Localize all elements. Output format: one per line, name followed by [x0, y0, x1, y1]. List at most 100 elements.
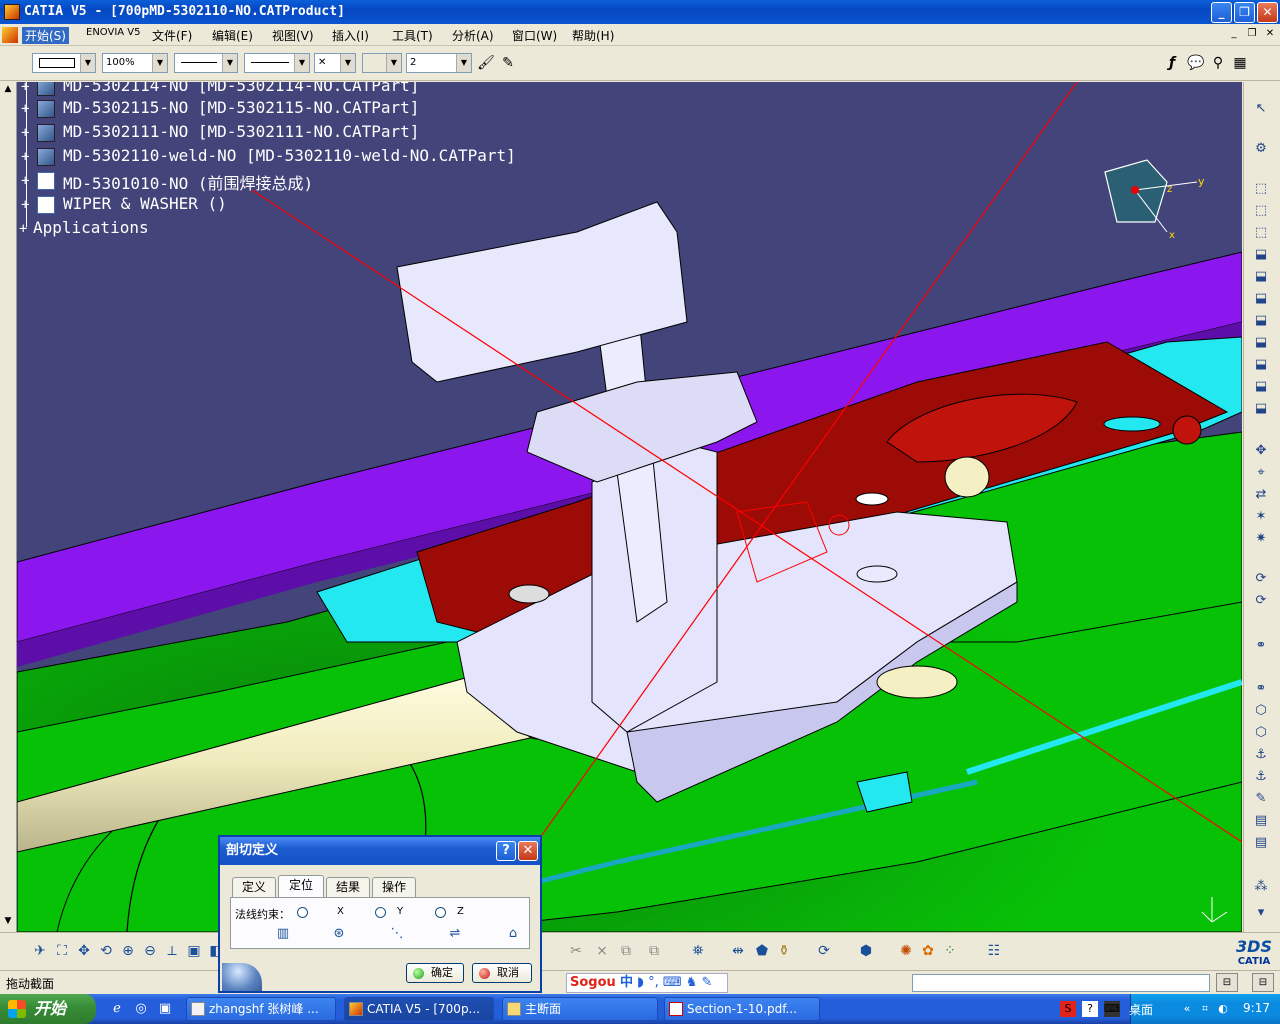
- normal-view-icon[interactable]: ⟂: [162, 941, 182, 961]
- doc-minimize-button[interactable]: _: [1226, 27, 1242, 42]
- dialog-close-button[interactable]: ✕: [518, 841, 538, 861]
- ie-icon[interactable]: ℯ: [108, 1000, 126, 1018]
- measure-item-icon[interactable]: ⬡: [1252, 702, 1270, 720]
- lock-icon[interactable]: ⚲: [1208, 53, 1228, 73]
- doc-restore-button[interactable]: ❐: [1244, 27, 1260, 42]
- measure-inertia-icon[interactable]: ⬡: [1252, 724, 1270, 742]
- flag-note-icon[interactable]: ▤: [1252, 834, 1270, 852]
- catia-app-icon[interactable]: [4, 4, 20, 20]
- tree-node-label[interactable]: MD-5301010-NO (前围焊接总成): [63, 170, 313, 194]
- toolbar-scroll-down-icon[interactable]: ▾: [1252, 904, 1270, 922]
- invert-normal-icon[interactable]: ⇌: [445, 924, 465, 944]
- tab-result[interactable]: 结果: [326, 877, 370, 897]
- distance-analysis-icon[interactable]: ✎: [1252, 790, 1270, 808]
- replace-component-icon[interactable]: ⬓: [1252, 268, 1270, 286]
- rendering-style-combo[interactable]: ▼: [362, 53, 402, 73]
- style-icon[interactable]: ✿: [918, 941, 938, 961]
- layer-combo[interactable]: 2 ▼: [406, 53, 472, 73]
- menu-window[interactable]: 窗口(W): [512, 27, 557, 44]
- expand-plus-icon[interactable]: +: [21, 174, 31, 188]
- chevron-down-icon[interactable]: ▼: [456, 54, 471, 72]
- expand-plus-icon[interactable]: +: [21, 198, 31, 212]
- measure-icon[interactable]: ⇹: [728, 941, 748, 961]
- chevron-down-icon[interactable]: ▼: [222, 54, 237, 72]
- quick-view-icon[interactable]: ▣: [184, 941, 204, 961]
- chevron-down-icon[interactable]: ▼: [294, 54, 309, 72]
- scroll-up-icon[interactable]: ▲: [2, 84, 14, 96]
- point-type-combo[interactable]: ✕ ▼: [314, 53, 356, 73]
- insert-part-icon[interactable]: ⬚: [1252, 224, 1270, 242]
- swap-visible-icon[interactable]: ⨯: [592, 941, 612, 961]
- chevron-down-icon[interactable]: ▼: [152, 54, 167, 72]
- manipulation-icon[interactable]: ✥: [1252, 442, 1270, 460]
- snap-icon[interactable]: ⌖: [1252, 464, 1270, 482]
- minimize-button[interactable]: _: [1211, 2, 1232, 23]
- formula-icon[interactable]: ƒ: [1162, 53, 1182, 73]
- expand-plus-icon[interactable]: +: [21, 102, 31, 116]
- insert-component-icon[interactable]: ⬚: [1252, 180, 1270, 198]
- start-button[interactable]: 开始: [0, 994, 96, 1024]
- edit-position-icon[interactable]: ▥: [273, 924, 293, 944]
- tree-node-label[interactable]: MD-5302111-NO [MD-5302111-NO.CATPart]: [63, 122, 419, 141]
- menu-file[interactable]: 文件(F): [152, 27, 192, 44]
- graphic-properties-icon[interactable]: ✎: [498, 53, 518, 73]
- ime-toolbar[interactable]: Sogou 中 ◗ °, ⌨ ♞ ✎: [566, 973, 728, 993]
- specification-tree-scrollbar[interactable]: ▲ ▼: [0, 82, 17, 932]
- pan-icon[interactable]: ✥: [74, 941, 94, 961]
- command-list-button[interactable]: ⊟: [1252, 973, 1274, 992]
- menu-insert[interactable]: 插入(I): [332, 27, 369, 44]
- table-icon[interactable]: ▦: [1230, 53, 1250, 73]
- measure-between-icon[interactable]: ⚭: [1252, 680, 1270, 698]
- update-icon[interactable]: ⟳: [1252, 570, 1270, 588]
- task-button[interactable]: zhangshf 张树峰 ...: [186, 997, 336, 1021]
- fill-color-combo[interactable]: ▼: [32, 53, 96, 73]
- constraints-icon[interactable]: ⟳: [1252, 592, 1270, 610]
- chevron-left-icon[interactable]: «: [1179, 1001, 1195, 1017]
- selective-load-icon[interactable]: ⬓: [1252, 334, 1270, 352]
- zoom-out-icon[interactable]: ⊖: [140, 941, 160, 961]
- radio-x[interactable]: [297, 907, 308, 918]
- power-input-field[interactable]: [912, 974, 1210, 992]
- graph-tree-reorder-icon[interactable]: ⬓: [1252, 290, 1270, 308]
- chevron-down-icon[interactable]: ▼: [80, 54, 95, 72]
- fly-mode-icon[interactable]: ✈: [30, 941, 50, 961]
- refresh-icon[interactable]: ⟳: [814, 941, 834, 961]
- menu-start[interactable]: 开始(S): [22, 27, 69, 44]
- product-structure-icon[interactable]: ⚙: [1252, 140, 1270, 158]
- tab-definition[interactable]: 定义: [232, 877, 276, 897]
- chevron-down-icon[interactable]: ▼: [386, 54, 401, 72]
- explode-icon[interactable]: ✶: [1252, 508, 1270, 526]
- smart-move-icon[interactable]: ⇄: [1252, 486, 1270, 504]
- tree-node-label[interactable]: WIPER & WASHER (): [63, 194, 227, 213]
- tools-palette-icon[interactable]: ☷: [984, 941, 1004, 961]
- volume-icon[interactable]: ◐: [1215, 1001, 1231, 1017]
- fast-multi-instantiation-icon[interactable]: ⬓: [1252, 400, 1270, 418]
- tree-node-label[interactable]: MD-5302110-weld-NO [MD-5302110-weld-NO.C…: [63, 146, 516, 165]
- tab-behavior[interactable]: 操作: [372, 877, 416, 897]
- expand-plus-icon[interactable]: +: [21, 82, 31, 94]
- fit-all-icon[interactable]: ⛶: [52, 941, 72, 961]
- expand-plus-icon[interactable]: +: [21, 150, 31, 164]
- chevron-down-icon[interactable]: ▼: [340, 54, 355, 72]
- menu-view[interactable]: 视图(V): [272, 27, 314, 44]
- radio-z[interactable]: [435, 907, 446, 918]
- apply-material-icon[interactable]: ⁘: [940, 941, 960, 961]
- browser-icon[interactable]: ◎: [132, 1000, 150, 1018]
- desktop-toolbar-label[interactable]: 桌面: [1129, 1001, 1153, 1018]
- reset-position-icon[interactable]: ⌂: [503, 924, 523, 944]
- multi-instantiation-icon[interactable]: ⬓: [1252, 378, 1270, 396]
- command-history-button[interactable]: ⊟: [1216, 973, 1238, 992]
- tree-node-label[interactable]: MD-5302114-NO [MD-5302114-NO.CATPart]: [63, 82, 419, 95]
- ok-button[interactable]: 确定: [406, 963, 464, 983]
- task-button[interactable]: 主断面: [502, 997, 658, 1021]
- ime-mode[interactable]: 中: [620, 975, 633, 990]
- catalog-icon[interactable]: ⛯: [688, 941, 708, 961]
- insert-product-icon[interactable]: ⬚: [1252, 202, 1270, 220]
- line-thickness-combo[interactable]: ▼: [174, 53, 238, 73]
- menu-analysis[interactable]: 分析(A): [452, 27, 494, 44]
- menu-help[interactable]: 帮助(H): [572, 27, 614, 44]
- stop-manipulate-icon[interactable]: ✷: [1252, 530, 1270, 548]
- document-icon[interactable]: [2, 27, 18, 43]
- tree-node-label[interactable]: Applications: [33, 218, 149, 237]
- transparency-combo[interactable]: 100% ▼: [102, 53, 168, 73]
